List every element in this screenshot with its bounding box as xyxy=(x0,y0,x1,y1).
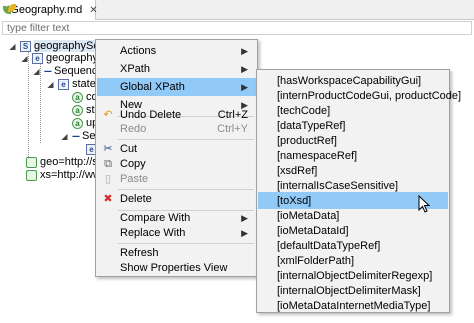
tree-node-label: xs=http://ww xyxy=(40,169,101,181)
menu-item-shortcut: Ctrl+Y xyxy=(217,123,248,135)
menu-item-global-xpath[interactable]: Global XPath ▶ xyxy=(97,78,256,96)
mouse-pointer-icon xyxy=(418,195,430,213)
sequence-icon: --- xyxy=(44,65,52,77)
tree-node-label: geo=http://s xyxy=(40,156,98,168)
editor-tab-geography[interactable]: *Geography.md ✕ xyxy=(0,0,98,20)
menu-item-show-properties-view[interactable]: Show Properties View xyxy=(97,259,256,277)
element-icon: e xyxy=(58,78,69,90)
tab-title: *Geography.md xyxy=(6,4,83,16)
submenu-arrow-icon: ▶ xyxy=(241,227,248,238)
tree-node-sequence[interactable]: ◢ --- Se xyxy=(60,129,95,143)
tree-node-attribute[interactable]: a co xyxy=(72,90,98,104)
tree-node-label: geography xyxy=(46,52,98,64)
tree-node-state[interactable]: ◢ e state xyxy=(46,77,96,91)
menu-item-label: Cut xyxy=(120,143,138,155)
menu-item-paste[interactable]: ▯ Paste xyxy=(97,170,256,188)
menu-item-label: XPath xyxy=(120,63,150,75)
cut-icon: ✂ xyxy=(103,143,113,155)
menu-item-label: Compare With xyxy=(120,212,191,224)
global-xpath-submenu: [hasWorkspaceCapabilityGui] [internProdu… xyxy=(256,69,461,314)
menu-item-label: Actions xyxy=(120,45,157,57)
namespace-icon xyxy=(26,156,37,168)
menu-item-label: Global XPath xyxy=(120,81,185,93)
menu-item-label: Replace With xyxy=(120,227,186,239)
submenu-arrow-icon: ▶ xyxy=(241,81,248,92)
collapse-icon[interactable]: ◢ xyxy=(60,132,69,141)
menu-item-label: Show Properties View xyxy=(120,262,228,274)
filter-input[interactable]: type filter text xyxy=(2,21,472,35)
menu-item-label: Delete xyxy=(120,193,152,205)
menu-item-xpath[interactable]: XPath ▶ xyxy=(97,60,256,78)
editor-tab-strip: *Geography.md ✕ xyxy=(0,0,474,20)
submenu-arrow-icon: ▶ xyxy=(241,45,248,56)
close-icon[interactable]: ✕ xyxy=(89,5,97,16)
xpath-item[interactable]: [ioMetaDataInternetMediaType] xyxy=(258,297,448,314)
collapse-icon[interactable]: ◢ xyxy=(46,80,55,89)
collapse-icon[interactable]: ◢ xyxy=(32,67,41,76)
tree-node-label: Se xyxy=(82,130,96,142)
schema-icon: S xyxy=(20,40,31,52)
sequence-icon: --- xyxy=(72,130,80,142)
tree-node-sequence[interactable]: ◢ --- Sequence xyxy=(32,64,103,78)
delete-icon: ✖ xyxy=(103,193,113,205)
tree-node-label: state xyxy=(72,78,96,90)
menu-item-delete[interactable]: ✖ Delete xyxy=(97,190,256,208)
menu-item-replace-with[interactable]: Replace With ▶ xyxy=(97,224,256,242)
attribute-icon: a xyxy=(72,104,83,116)
tree-node-geography[interactable]: ◢ e geography xyxy=(20,51,98,65)
menu-item-label: Redo xyxy=(120,123,147,135)
menu-item-label: Paste xyxy=(120,173,149,185)
attribute-icon: a xyxy=(72,117,83,129)
menu-item-redo[interactable]: Redo Ctrl+Y xyxy=(97,120,256,138)
menu-item-label: Copy xyxy=(120,158,146,170)
submenu-arrow-icon: ▶ xyxy=(241,63,248,74)
collapse-icon[interactable]: ◢ xyxy=(20,54,29,63)
attribute-icon: a xyxy=(72,91,83,103)
namespace-icon xyxy=(26,169,37,181)
copy-icon: ⧉ xyxy=(104,158,112,170)
tree-node-namespace[interactable]: xs=http://ww xyxy=(26,168,101,182)
menu-item-label: Refresh xyxy=(120,247,159,259)
collapse-icon[interactable]: ◢ xyxy=(8,42,17,51)
tree-node-namespace[interactable]: geo=http://s xyxy=(26,155,98,169)
paste-icon: ▯ xyxy=(104,173,112,185)
element-icon: e xyxy=(32,52,43,64)
menu-item-actions[interactable]: Actions ▶ xyxy=(97,42,256,60)
submenu-arrow-icon: ▶ xyxy=(241,212,248,223)
context-menu: Actions ▶ XPath ▶ Global XPath ▶ New ▶ ↶… xyxy=(95,39,258,277)
